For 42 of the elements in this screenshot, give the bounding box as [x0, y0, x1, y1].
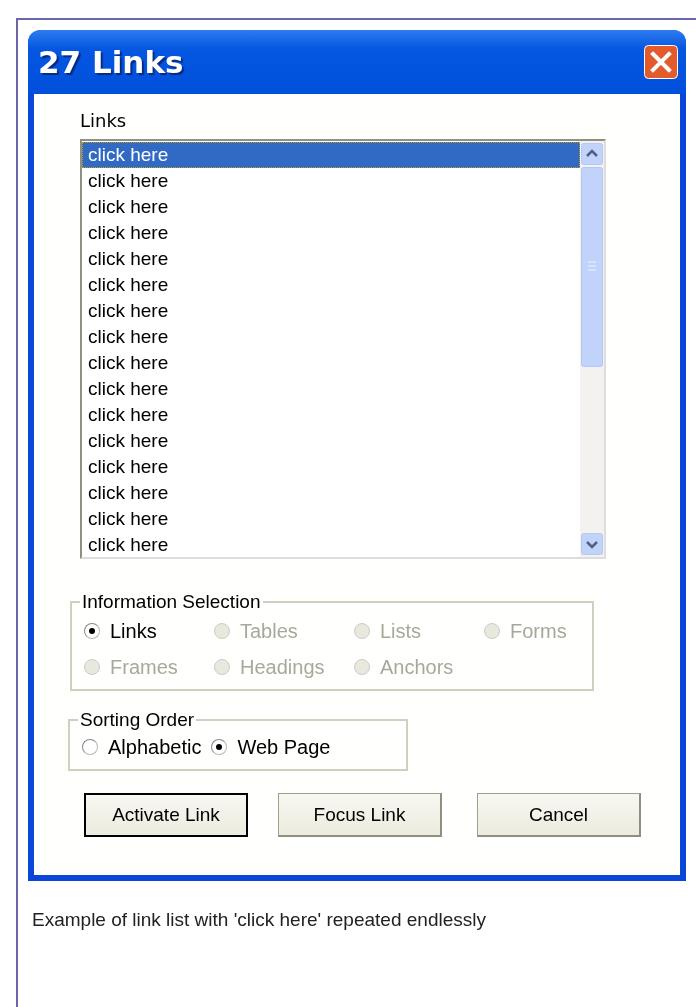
list-item[interactable]: click here [82, 454, 580, 480]
dialog-button[interactable]: Activate Link [84, 793, 248, 837]
list-item[interactable]: click here [82, 324, 580, 350]
radio-label: Tables [240, 619, 298, 643]
dialog-button[interactable]: Focus Link [278, 793, 442, 837]
dialog-button[interactable]: Cancel [477, 793, 641, 837]
list-item[interactable]: click here [82, 168, 580, 194]
list-item[interactable]: click here [82, 246, 580, 272]
caption: Example of link list with 'click here' repeated endlessly [32, 909, 487, 931]
list-item[interactable]: click here [82, 272, 580, 298]
list-item[interactable]: click here [82, 428, 580, 454]
close-icon[interactable] [644, 45, 678, 79]
radio-label: Alphabetic [108, 735, 202, 759]
radio-label: Links [110, 619, 157, 643]
list-item[interactable]: click here [82, 142, 580, 168]
list-item[interactable]: click here [82, 298, 580, 324]
list-item[interactable]: click here [82, 402, 580, 428]
list-label: Links [80, 110, 128, 131]
radio-label: Anchors [380, 655, 454, 679]
radio-label: Forms [510, 619, 567, 643]
scrollbar[interactable] [580, 141, 604, 557]
scroll-down-icon[interactable] [581, 533, 603, 555]
radio-label: Lists [380, 619, 422, 643]
radio-label: Headings [240, 655, 325, 679]
list-item[interactable]: click here [82, 220, 580, 246]
window-title: 27 Links [38, 44, 184, 80]
group-title: Information Selection [81, 591, 262, 613]
list-item[interactable]: click here [82, 480, 580, 506]
list-item[interactable]: click here [82, 376, 580, 402]
radio-label: Web Page [237, 735, 331, 759]
list-item[interactable]: click here [82, 532, 580, 558]
radio-label: Frames [110, 655, 178, 679]
radio-button[interactable] [211, 739, 228, 755]
radio-button[interactable] [84, 623, 100, 639]
link-list[interactable]: click here click here click here click here click here click here click here click here click here click here click here click here click here click here click here click here [80, 139, 606, 559]
scroll-thumb[interactable] [581, 167, 603, 367]
list-item[interactable]: click here [82, 506, 580, 532]
radio-button[interactable] [82, 739, 98, 755]
group-title: Sorting Order [79, 709, 196, 731]
list-item[interactable]: click here [82, 194, 580, 220]
list-item[interactable]: click here [82, 350, 580, 376]
scroll-up-icon[interactable] [581, 143, 603, 165]
